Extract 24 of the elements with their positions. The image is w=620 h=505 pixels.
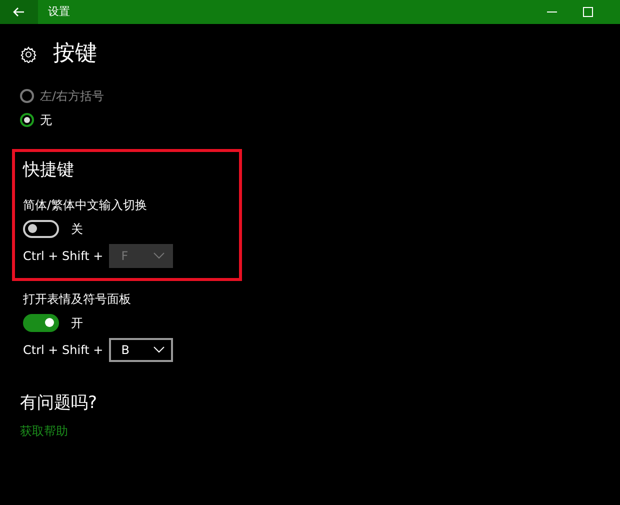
section-heading: 有问题吗?	[20, 392, 98, 414]
settings-icon	[20, 46, 37, 62]
maximize-icon	[583, 7, 593, 17]
key-dropdown[interactable]: B	[109, 338, 174, 362]
help-link[interactable]: 获取帮助	[20, 422, 68, 440]
setting-label: 打开表情及符号面板	[23, 290, 132, 308]
minimize-icon	[547, 11, 557, 13]
radio-label[interactable]: 无	[40, 111, 52, 129]
page-title: 按键	[53, 43, 97, 65]
chevron-down-icon	[153, 252, 166, 259]
setting-label: 简体/繁体中文输入切换	[23, 196, 148, 214]
shortcut-label: Ctrl + Shift +	[23, 248, 104, 264]
shortcut-label: Ctrl + Shift +	[23, 342, 104, 358]
radio-button[interactable]	[20, 113, 34, 127]
chevron-down-icon	[153, 346, 166, 353]
back-button[interactable]	[0, 0, 38, 24]
section-heading: 快捷键	[23, 159, 75, 182]
toggle-state: 关	[71, 220, 83, 238]
window-title: 设置	[48, 4, 70, 20]
toggle-state: 开	[71, 314, 83, 332]
back-arrow-icon	[13, 7, 25, 17]
radio-button[interactable]	[20, 89, 34, 103]
radio-label[interactable]: 左/右方括号	[40, 87, 104, 105]
toggle-switch[interactable]	[23, 314, 59, 332]
